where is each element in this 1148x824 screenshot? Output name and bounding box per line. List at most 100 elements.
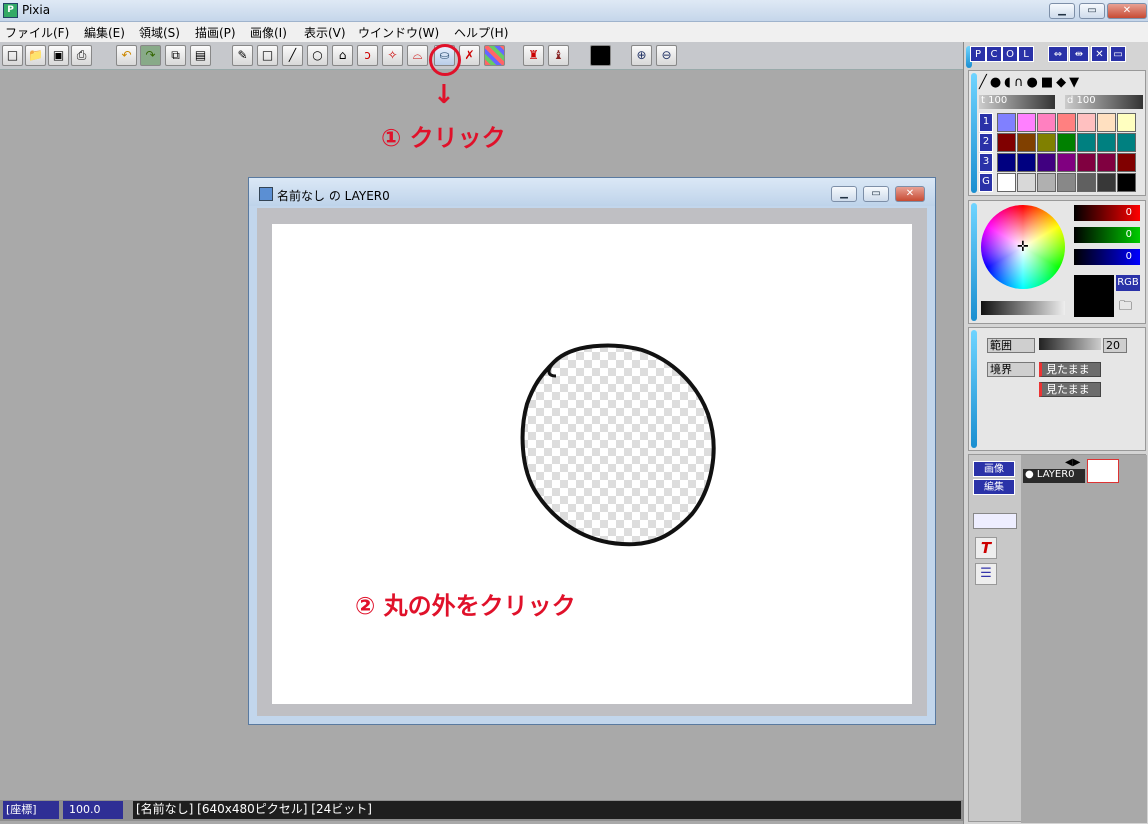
color-swatch[interactable] — [1077, 153, 1096, 172]
color-swatch[interactable] — [1017, 153, 1036, 172]
fill-select-icon[interactable]: ⌓ — [407, 45, 428, 66]
palette-row-label[interactable]: 3 — [979, 153, 993, 172]
stamp-icon[interactable]: ♜ — [523, 45, 544, 66]
save-icon[interactable]: ▣ — [48, 45, 69, 66]
layer-name-field[interactable] — [973, 513, 1017, 529]
red-slider[interactable]: 0 — [1074, 205, 1140, 221]
menu-view[interactable]: 表示(V) — [304, 24, 346, 41]
color-swatch[interactable] — [997, 173, 1016, 192]
color-swatch[interactable] — [1117, 153, 1136, 172]
lasso-icon[interactable]: ↄ — [357, 45, 378, 66]
color-swatch[interactable] — [997, 113, 1016, 132]
color-swatch[interactable] — [1057, 153, 1076, 172]
line-icon[interactable]: ╱ — [282, 45, 303, 66]
color-swatch[interactable] — [1017, 173, 1036, 192]
pen-icon[interactable]: ✎ — [232, 45, 253, 66]
new-file-icon[interactable]: □ — [2, 45, 23, 66]
doc-close-button[interactable]: ✕ — [895, 186, 925, 202]
color-swatch[interactable] — [997, 153, 1016, 172]
tab-o[interactable]: O — [1002, 46, 1018, 62]
print-icon[interactable]: ⎙ — [71, 45, 92, 66]
brush-shape-icons[interactable]: ╱●◖∩●■◆▼ — [979, 75, 1143, 91]
blue-slider[interactable]: 0 — [1074, 249, 1140, 265]
color-swatch[interactable] — [1117, 173, 1136, 192]
tab-p[interactable]: P — [970, 46, 986, 62]
freehand-select-icon[interactable]: ⌂ — [332, 45, 353, 66]
layer-thumbnail[interactable] — [1087, 459, 1119, 483]
layer-list-icon[interactable]: ☰ — [975, 563, 997, 585]
drawing-canvas[interactable]: ② 丸の外をクリック — [272, 224, 912, 704]
color-swatch[interactable] — [1097, 173, 1116, 192]
close-button[interactable]: ✕ — [1107, 3, 1147, 19]
tab-c[interactable]: C — [986, 46, 1002, 62]
rectangle-icon[interactable]: □ — [257, 45, 278, 66]
undo-icon[interactable]: ↶ — [116, 45, 137, 66]
color-swatch[interactable] — [1037, 173, 1056, 192]
ellipse-icon[interactable]: ○ — [307, 45, 328, 66]
value-slider[interactable] — [981, 301, 1065, 315]
color-swatch[interactable] — [1097, 113, 1116, 132]
thickness-slider[interactable]: t 100 — [979, 95, 1055, 109]
palette-row-label[interactable]: G — [979, 173, 993, 192]
panel-close-icon[interactable]: ✕ — [1091, 46, 1108, 62]
menu-file[interactable]: ファイル(F) — [5, 24, 69, 41]
color-swatch[interactable] — [1057, 113, 1076, 132]
color-swatch[interactable] — [1077, 133, 1096, 152]
color-swatch-icon[interactable] — [590, 45, 611, 66]
menu-window[interactable]: ウインドウ(W) — [358, 24, 439, 41]
folder-icon[interactable]: 🗀 — [1119, 297, 1139, 315]
color-swatch[interactable] — [1097, 133, 1116, 152]
border-option-2[interactable]: 見たまま — [1039, 382, 1101, 397]
mosaic-icon[interactable] — [484, 45, 505, 66]
menu-select[interactable]: 領域(S) — [139, 24, 180, 41]
color-swatch[interactable] — [1037, 133, 1056, 152]
menu-help[interactable]: ヘルプ(H) — [454, 24, 508, 41]
text-tool-icon[interactable]: T — [975, 537, 997, 559]
edit-button[interactable]: 編集 — [973, 479, 1015, 495]
panel-menu-icon[interactable]: ▭ — [1110, 46, 1126, 62]
palette-row-label[interactable]: 1 — [979, 113, 993, 132]
copy-icon[interactable]: ⧉ — [165, 45, 186, 66]
color-swatch[interactable] — [1117, 113, 1136, 132]
paste-icon[interactable]: ▤ — [190, 45, 211, 66]
eraser-stamp-icon[interactable]: ♝ — [548, 45, 569, 66]
deselect-icon[interactable]: ✗ — [459, 45, 480, 66]
color-wheel[interactable]: ✛ — [981, 205, 1065, 289]
open-folder-icon[interactable]: 📁 — [25, 45, 46, 66]
menu-draw[interactable]: 描画(P) — [195, 24, 236, 41]
minimize-button[interactable]: ▁ — [1049, 3, 1075, 19]
menu-edit[interactable]: 編集(E) — [84, 24, 125, 41]
zoom-out-icon[interactable]: ⊖ — [656, 45, 677, 66]
redo-icon[interactable]: ↷ — [140, 45, 161, 66]
color-swatch[interactable] — [1017, 133, 1036, 152]
tab-l[interactable]: L — [1018, 46, 1034, 62]
color-swatch[interactable] — [1017, 113, 1036, 132]
color-swatch[interactable] — [1117, 133, 1136, 152]
color-swatch[interactable] — [1077, 113, 1096, 132]
palette-row-label[interactable]: 2 — [979, 133, 993, 152]
layer-row[interactable]: ● LAYER0 — [1023, 469, 1085, 483]
doc-maximize-button[interactable]: ▭ — [863, 186, 889, 202]
shrink-icon[interactable]: ⇹ — [1069, 46, 1089, 62]
image-button[interactable]: 画像 — [973, 461, 1015, 477]
color-swatch[interactable] — [1057, 173, 1076, 192]
zoom-in-icon[interactable]: ⊕ — [631, 45, 652, 66]
color-swatch[interactable] — [1057, 133, 1076, 152]
document-title: 名前なし の LAYER0 — [277, 189, 390, 203]
range-slider[interactable] — [1039, 338, 1101, 350]
expand-icon[interactable]: ⇔ — [1048, 46, 1068, 62]
green-slider[interactable]: 0 — [1074, 227, 1140, 243]
rgb-mode-button[interactable]: RGB — [1116, 275, 1140, 291]
menu-image[interactable]: 画像(I) — [250, 24, 287, 41]
color-swatch[interactable] — [1077, 173, 1096, 192]
layer-arrows-icon[interactable]: ◀▶ — [1065, 457, 1080, 468]
color-swatch[interactable] — [997, 133, 1016, 152]
color-swatch[interactable] — [1097, 153, 1116, 172]
density-slider[interactable]: d 100 — [1065, 95, 1143, 109]
color-swatch[interactable] — [1037, 113, 1056, 132]
maximize-button[interactable]: ▭ — [1079, 3, 1105, 19]
color-swatch[interactable] — [1037, 153, 1056, 172]
doc-minimize-button[interactable]: ▁ — [831, 186, 857, 202]
border-option-1[interactable]: 見たまま — [1039, 362, 1101, 377]
magic-wand-icon[interactable]: ✧ — [382, 45, 403, 66]
